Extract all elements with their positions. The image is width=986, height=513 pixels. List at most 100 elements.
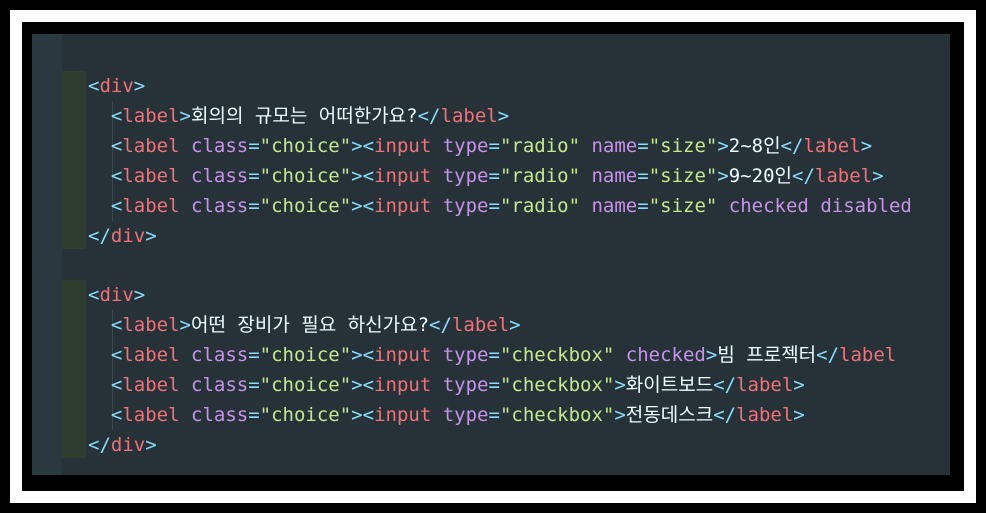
tag-token: input <box>374 403 432 426</box>
code-line[interactable]: <label class="choice"><input type="check… <box>88 340 896 370</box>
bracket-token: >< <box>351 374 375 396</box>
string-token: "choice" <box>259 164 352 187</box>
tag-token: label <box>122 344 180 367</box>
bracket-token: = <box>488 164 500 187</box>
bracket-token: = <box>488 403 500 426</box>
bracket-token: > <box>614 403 626 426</box>
code-line[interactable]: <div> <box>88 280 145 310</box>
text-token: 9~20인 <box>728 164 793 187</box>
bracket-token: = <box>637 164 649 187</box>
code-line[interactable]: <div> <box>88 71 145 101</box>
bracket-token: </ <box>780 134 804 157</box>
code-line[interactable]: <label class="choice"><input type="radio… <box>88 161 884 191</box>
bracket-token: > <box>872 164 884 187</box>
bracket-token: < <box>110 344 123 367</box>
bracket-token: < <box>110 403 123 426</box>
attribute-token: checked <box>625 344 706 367</box>
text-token: 회의의 규모는 어떠한가요? <box>191 104 418 127</box>
attribute-token: type <box>442 134 489 157</box>
text-token: 전동데스크 <box>625 403 714 426</box>
bracket-token: > <box>793 403 805 426</box>
string-token: "choice" <box>259 403 352 426</box>
code-line[interactable]: <label class="choice"><input type="radio… <box>88 191 912 221</box>
bracket-token: </ <box>713 403 737 426</box>
string-token: "size" <box>648 164 718 187</box>
bracket-token: > <box>179 104 191 127</box>
bracket-token: > <box>860 134 873 157</box>
string-token: "checkbox" <box>499 374 615 396</box>
attribute-token: type <box>442 374 489 396</box>
code-line[interactable]: <label>어떤 장비가 필요 하신가요?</label> <box>88 310 521 340</box>
tag-token: input <box>374 134 432 157</box>
bracket-token: < <box>88 75 100 97</box>
code-line[interactable]: </div> <box>88 221 157 251</box>
tag-token: label <box>839 344 897 367</box>
tag-token: label <box>122 194 180 217</box>
tag-token: input <box>374 194 432 217</box>
string-token: "checkbox" <box>499 344 615 367</box>
tag-token: input <box>374 344 432 367</box>
code-line[interactable]: <label class="choice"><input type="check… <box>88 370 805 400</box>
tag-token: label <box>122 403 180 426</box>
attribute-token: name <box>591 194 638 217</box>
bracket-token: = <box>248 164 260 187</box>
string-token: "choice" <box>259 344 352 367</box>
bracket-token: </ <box>429 314 452 337</box>
text-token: 어떤 장비가 필요 하신가요? <box>191 314 430 337</box>
bracket-token: = <box>248 403 260 426</box>
text-token: 2~8인 <box>728 134 781 157</box>
bracket-token: < <box>110 104 123 127</box>
bracket-token: </ <box>88 224 111 247</box>
attribute-token: type <box>442 164 489 187</box>
attribute-token: checked <box>728 194 809 217</box>
code-line[interactable]: <label>회의의 규모는 어떠한가요?</label> <box>88 101 509 131</box>
text-token: 화이트보드 <box>625 374 714 396</box>
bracket-token: = <box>488 344 500 367</box>
bracket-token: >< <box>351 403 375 426</box>
bracket-token: > <box>717 134 729 157</box>
bracket-token: = <box>488 134 500 157</box>
tag-token: label <box>736 374 794 396</box>
bracket-token: > <box>705 344 718 367</box>
code-line[interactable]: <label class="choice"><input type="check… <box>88 400 805 430</box>
bracket-token: > <box>717 164 729 187</box>
code-line[interactable]: </div> <box>88 430 157 460</box>
bracket-token: >< <box>351 194 375 217</box>
string-token: "choice" <box>259 374 352 396</box>
attribute-token: class <box>191 403 249 426</box>
bracket-token: > <box>509 314 521 337</box>
attribute-token: class <box>191 374 249 396</box>
tag-token: label <box>122 164 180 187</box>
bracket-token: >< <box>351 134 375 157</box>
tag-token: label <box>803 134 861 157</box>
tag-token: label <box>736 403 794 426</box>
bracket-token: = <box>637 134 649 157</box>
code-editor[interactable]: <div> <label>회의의 규모는 어떠한가요?</label> <lab… <box>32 34 950 475</box>
attribute-token: type <box>442 403 489 426</box>
bracket-token: > <box>133 284 146 307</box>
string-token: "radio" <box>499 164 581 187</box>
editor-gutter <box>32 34 62 475</box>
string-token: "size" <box>648 194 718 217</box>
tag-token: input <box>374 374 432 396</box>
attribute-token: class <box>191 194 249 217</box>
bracket-token: > <box>145 224 157 247</box>
code-line[interactable]: <label class="choice"><input type="radio… <box>88 131 872 161</box>
attribute-token: disabled <box>820 194 912 217</box>
bracket-token: > <box>179 314 191 337</box>
bracket-token: > <box>145 433 157 456</box>
